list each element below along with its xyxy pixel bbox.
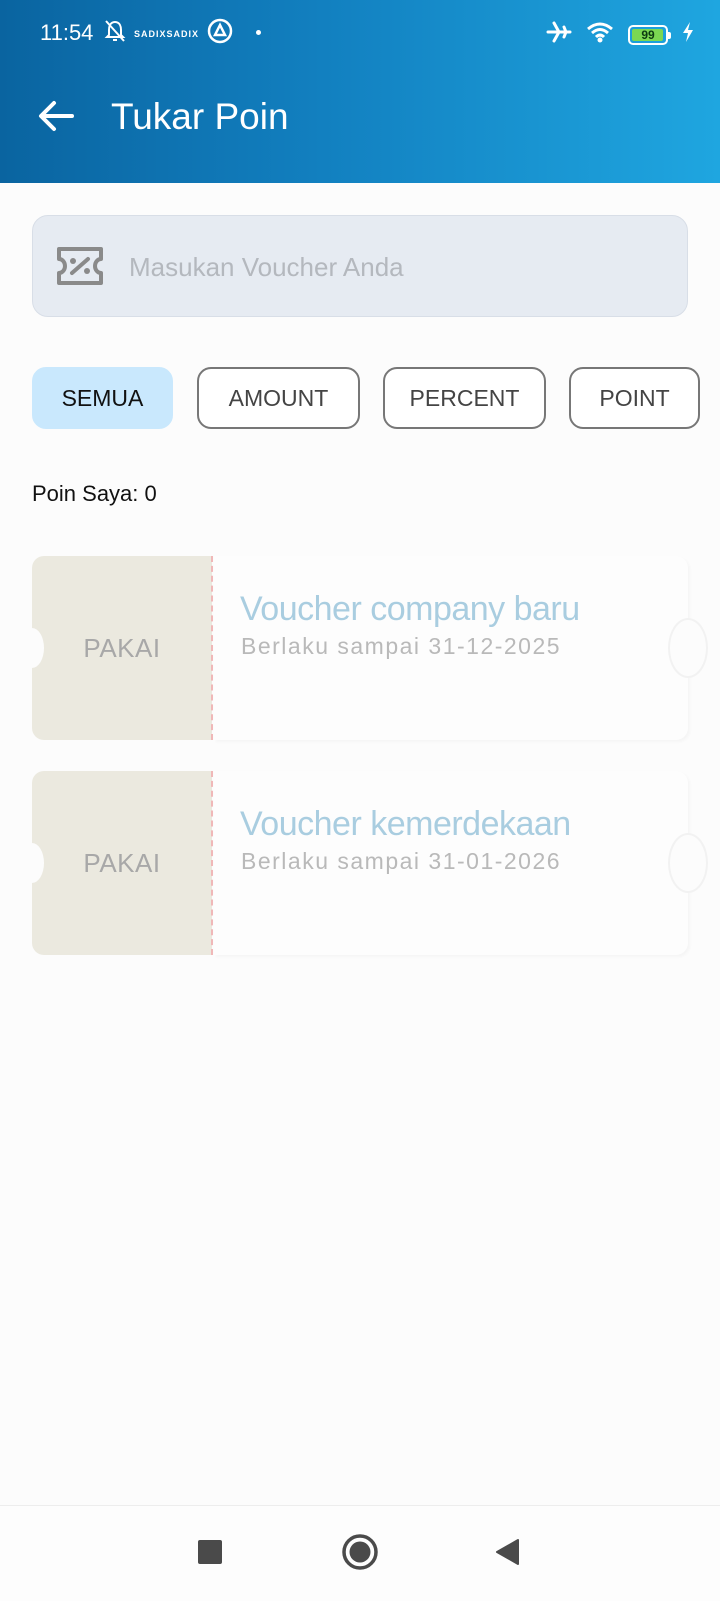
voucher-title: Voucher company baru [240,590,580,628]
arrow-left-icon [38,100,74,137]
filter-chip-label: SEMUA [61,384,144,411]
battery-level: 99 [641,27,655,42]
status-left-icons: SADIXSADIX [104,18,233,49]
voucher-code-input[interactable] [127,236,671,298]
voucher-title: Voucher kemerdekaan [240,805,571,843]
voucher-expiry: Berlaku sampai 31-01-2026 [241,848,562,874]
card-edge-notch [668,833,708,893]
filter-chip-semua[interactable]: SEMUA [32,367,173,429]
voucher-expiry: Berlaku sampai 31-12-2025 [241,633,562,659]
system-nav-bar [0,1505,720,1601]
back-triangle-icon [494,1538,520,1571]
bell-off-icon [104,19,126,48]
filter-chip-label: PERCENT [409,384,520,411]
use-voucher-button[interactable]: PAKAI [20,771,212,955]
home-circle-icon [341,1533,379,1576]
use-voucher-label: PAKAI [83,632,161,663]
my-points-label: Poin Saya: 0 [32,481,157,506]
voucher-search-box[interactable] [32,215,688,317]
voucher-icon [55,246,105,291]
home-button[interactable] [336,1530,384,1578]
battery-icon: 99 [628,24,671,45]
filter-chip-label: AMOUNT [228,384,329,411]
notification-dot [256,30,261,35]
recents-button[interactable] [186,1530,234,1578]
filter-chip-amount[interactable]: AMOUNT [197,367,360,429]
page-title: Tukar Poin [111,96,289,137]
app-circle-icon [207,18,233,49]
app-header: 11:54 SADIXSADIX 99 Tukar Poin [0,0,720,183]
status-bar: 11:54 SADIXSADIX 99 [0,0,720,70]
recents-square-icon [197,1539,223,1570]
status-time: 11:54 [40,20,94,45]
voucher-card: PAKAI Voucher kemerdekaan Berlaku sampai… [20,771,708,955]
card-edge-notch [668,618,708,678]
filter-chip-percent[interactable]: PERCENT [383,367,546,429]
wifi-icon [586,21,614,48]
toolbar: Tukar Poin [0,80,720,160]
card-perforation [211,556,213,740]
back-nav-button[interactable] [483,1530,531,1578]
use-voucher-label: PAKAI [83,847,161,878]
airplane-icon [546,20,572,49]
charging-icon [682,22,694,47]
back-button[interactable] [36,98,76,138]
status-carrier: SADIXSADIX [134,28,200,39]
voucher-card: PAKAI Voucher company baru Berlaku sampa… [20,556,708,740]
filter-chip-label: POINT [599,384,670,411]
use-voucher-button[interactable]: PAKAI [20,556,212,740]
card-perforation [211,771,213,955]
voucher-card-body[interactable]: Voucher kemerdekaan Berlaku sampai 31-01… [214,771,708,955]
voucher-card-body[interactable]: Voucher company baru Berlaku sampai 31-1… [214,556,708,740]
status-right-icons: 99 [546,20,694,49]
filter-chip-point[interactable]: POINT [569,367,700,429]
